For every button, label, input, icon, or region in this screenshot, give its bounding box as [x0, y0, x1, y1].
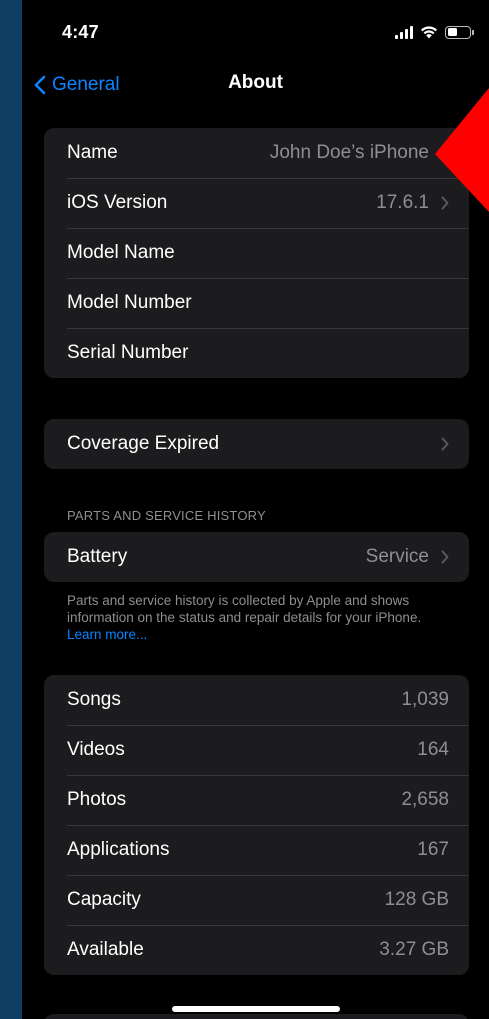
wifi-icon: [421, 26, 437, 39]
status-icons: [395, 24, 474, 40]
page-title: About: [228, 72, 283, 93]
row-available: Available 3.27 GB: [44, 925, 469, 975]
row-label: Videos: [67, 739, 125, 760]
parts-group: Battery Service: [44, 532, 469, 582]
row-label: Photos: [67, 789, 127, 810]
parts-footer: Parts and service history is collected b…: [67, 592, 457, 643]
photos-value: 2,658: [401, 789, 449, 810]
device-name-value: John Doe’s iPhone: [269, 142, 429, 163]
row-label: Songs: [67, 689, 121, 710]
row-serial-number[interactable]: Serial Number: [44, 328, 469, 378]
row-label: Model Name: [67, 242, 175, 263]
battery-service-value: Service: [365, 546, 429, 567]
row-label: iOS Version: [67, 192, 168, 213]
status-time: 4:47: [62, 22, 99, 42]
row-coverage[interactable]: Coverage Expired: [44, 419, 469, 469]
learn-more-link[interactable]: Learn more...: [67, 627, 147, 642]
songs-value: 1,039: [401, 689, 449, 710]
chevron-right-icon: [441, 437, 449, 451]
battery-label: Battery: [67, 546, 128, 567]
capacity-value: 128 GB: [384, 889, 449, 910]
videos-value: 164: [417, 739, 449, 760]
battery-icon: [445, 25, 474, 39]
stats-group: Songs 1,039 Videos 164 Photos 2,658 Appl…: [44, 675, 469, 975]
row-name[interactable]: Name John Doe’s iPhone: [44, 128, 469, 178]
row-ios-version[interactable]: iOS Version 17.6.1: [44, 178, 469, 228]
row-model-name[interactable]: Model Name: [44, 228, 469, 278]
phone-screen: 4:47 General About Name John Doe’s iPhon…: [22, 0, 489, 1019]
parts-footer-text: Parts and service history is collected b…: [67, 593, 422, 625]
row-photos: Photos 2,658: [44, 775, 469, 825]
row-videos: Videos 164: [44, 725, 469, 775]
cellular-signal-icon: [395, 25, 413, 39]
coverage-group: Coverage Expired: [44, 419, 469, 469]
row-applications: Applications 167: [44, 825, 469, 875]
row-songs: Songs 1,039: [44, 675, 469, 725]
coverage-label: Coverage Expired: [67, 433, 220, 454]
row-label: Applications: [67, 839, 170, 860]
available-value: 3.27 GB: [379, 939, 449, 960]
row-capacity: Capacity 128 GB: [44, 875, 469, 925]
chevron-right-icon: [441, 550, 449, 564]
annotation-arrow-icon: [435, 88, 489, 212]
row-label: Model Number: [67, 292, 192, 313]
next-group-peek: [44, 1014, 469, 1019]
section-header-parts: PARTS AND SERVICE HISTORY: [67, 508, 266, 523]
row-model-number[interactable]: Model Number: [44, 278, 469, 328]
row-label: Serial Number: [67, 342, 189, 363]
row-label: Available: [67, 939, 144, 960]
row-label: Name: [67, 142, 118, 163]
row-battery[interactable]: Battery Service: [44, 532, 469, 582]
home-indicator[interactable]: [172, 1006, 340, 1012]
row-label: Capacity: [67, 889, 141, 910]
device-info-group: Name John Doe’s iPhone iOS Version 17.6.…: [44, 128, 469, 378]
ios-version-value: 17.6.1: [376, 192, 429, 213]
applications-value: 167: [417, 839, 449, 860]
